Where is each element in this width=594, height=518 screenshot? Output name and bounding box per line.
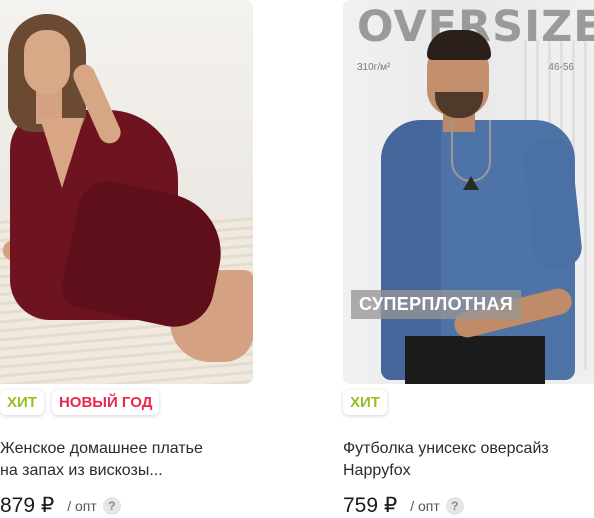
product-card-dress[interactable]: ХИТ НОВЫЙ ГОД Женское домашнее платье на… [0, 0, 254, 517]
product-image-tshirt[interactable]: OVERSIZE 310г/м² 46-56 СУПЕРПЛОТНАЯ [343, 0, 594, 384]
photo-sizes: 46-56 [548, 62, 574, 73]
product-card-tshirt[interactable]: OVERSIZE 310г/м² 46-56 СУПЕРПЛОТНАЯ ХИТ … [343, 0, 594, 517]
price-unit: / опт [67, 497, 97, 514]
product-title[interactable]: Футболка унисекс оверсайз Happyfox [343, 438, 594, 482]
hit-badge: ХИТ [0, 390, 44, 415]
photo-density: 310г/м² [357, 62, 391, 73]
hit-badge: ХИТ [343, 390, 387, 415]
price-row: 879 ₽ / опт ? [0, 493, 121, 518]
badge-group: ХИТ НОВЫЙ ГОД [0, 390, 160, 415]
badge-group: ХИТ [343, 390, 387, 415]
question-circle-icon[interactable]: ? [445, 496, 464, 515]
product-image-dress[interactable] [0, 0, 253, 384]
price: 759 ₽ [343, 494, 398, 517]
new-year-badge: НОВЫЙ ГОД [51, 390, 160, 415]
product-title[interactable]: Женское домашнее платье на запах из виск… [0, 438, 260, 482]
question-circle-icon[interactable]: ? [102, 496, 121, 515]
price-row: 759 ₽ / опт ? [343, 493, 464, 518]
photo-badge: СУПЕРПЛОТНАЯ [351, 290, 522, 319]
price: 879 ₽ [0, 494, 55, 517]
price-unit: / опт [410, 497, 440, 514]
